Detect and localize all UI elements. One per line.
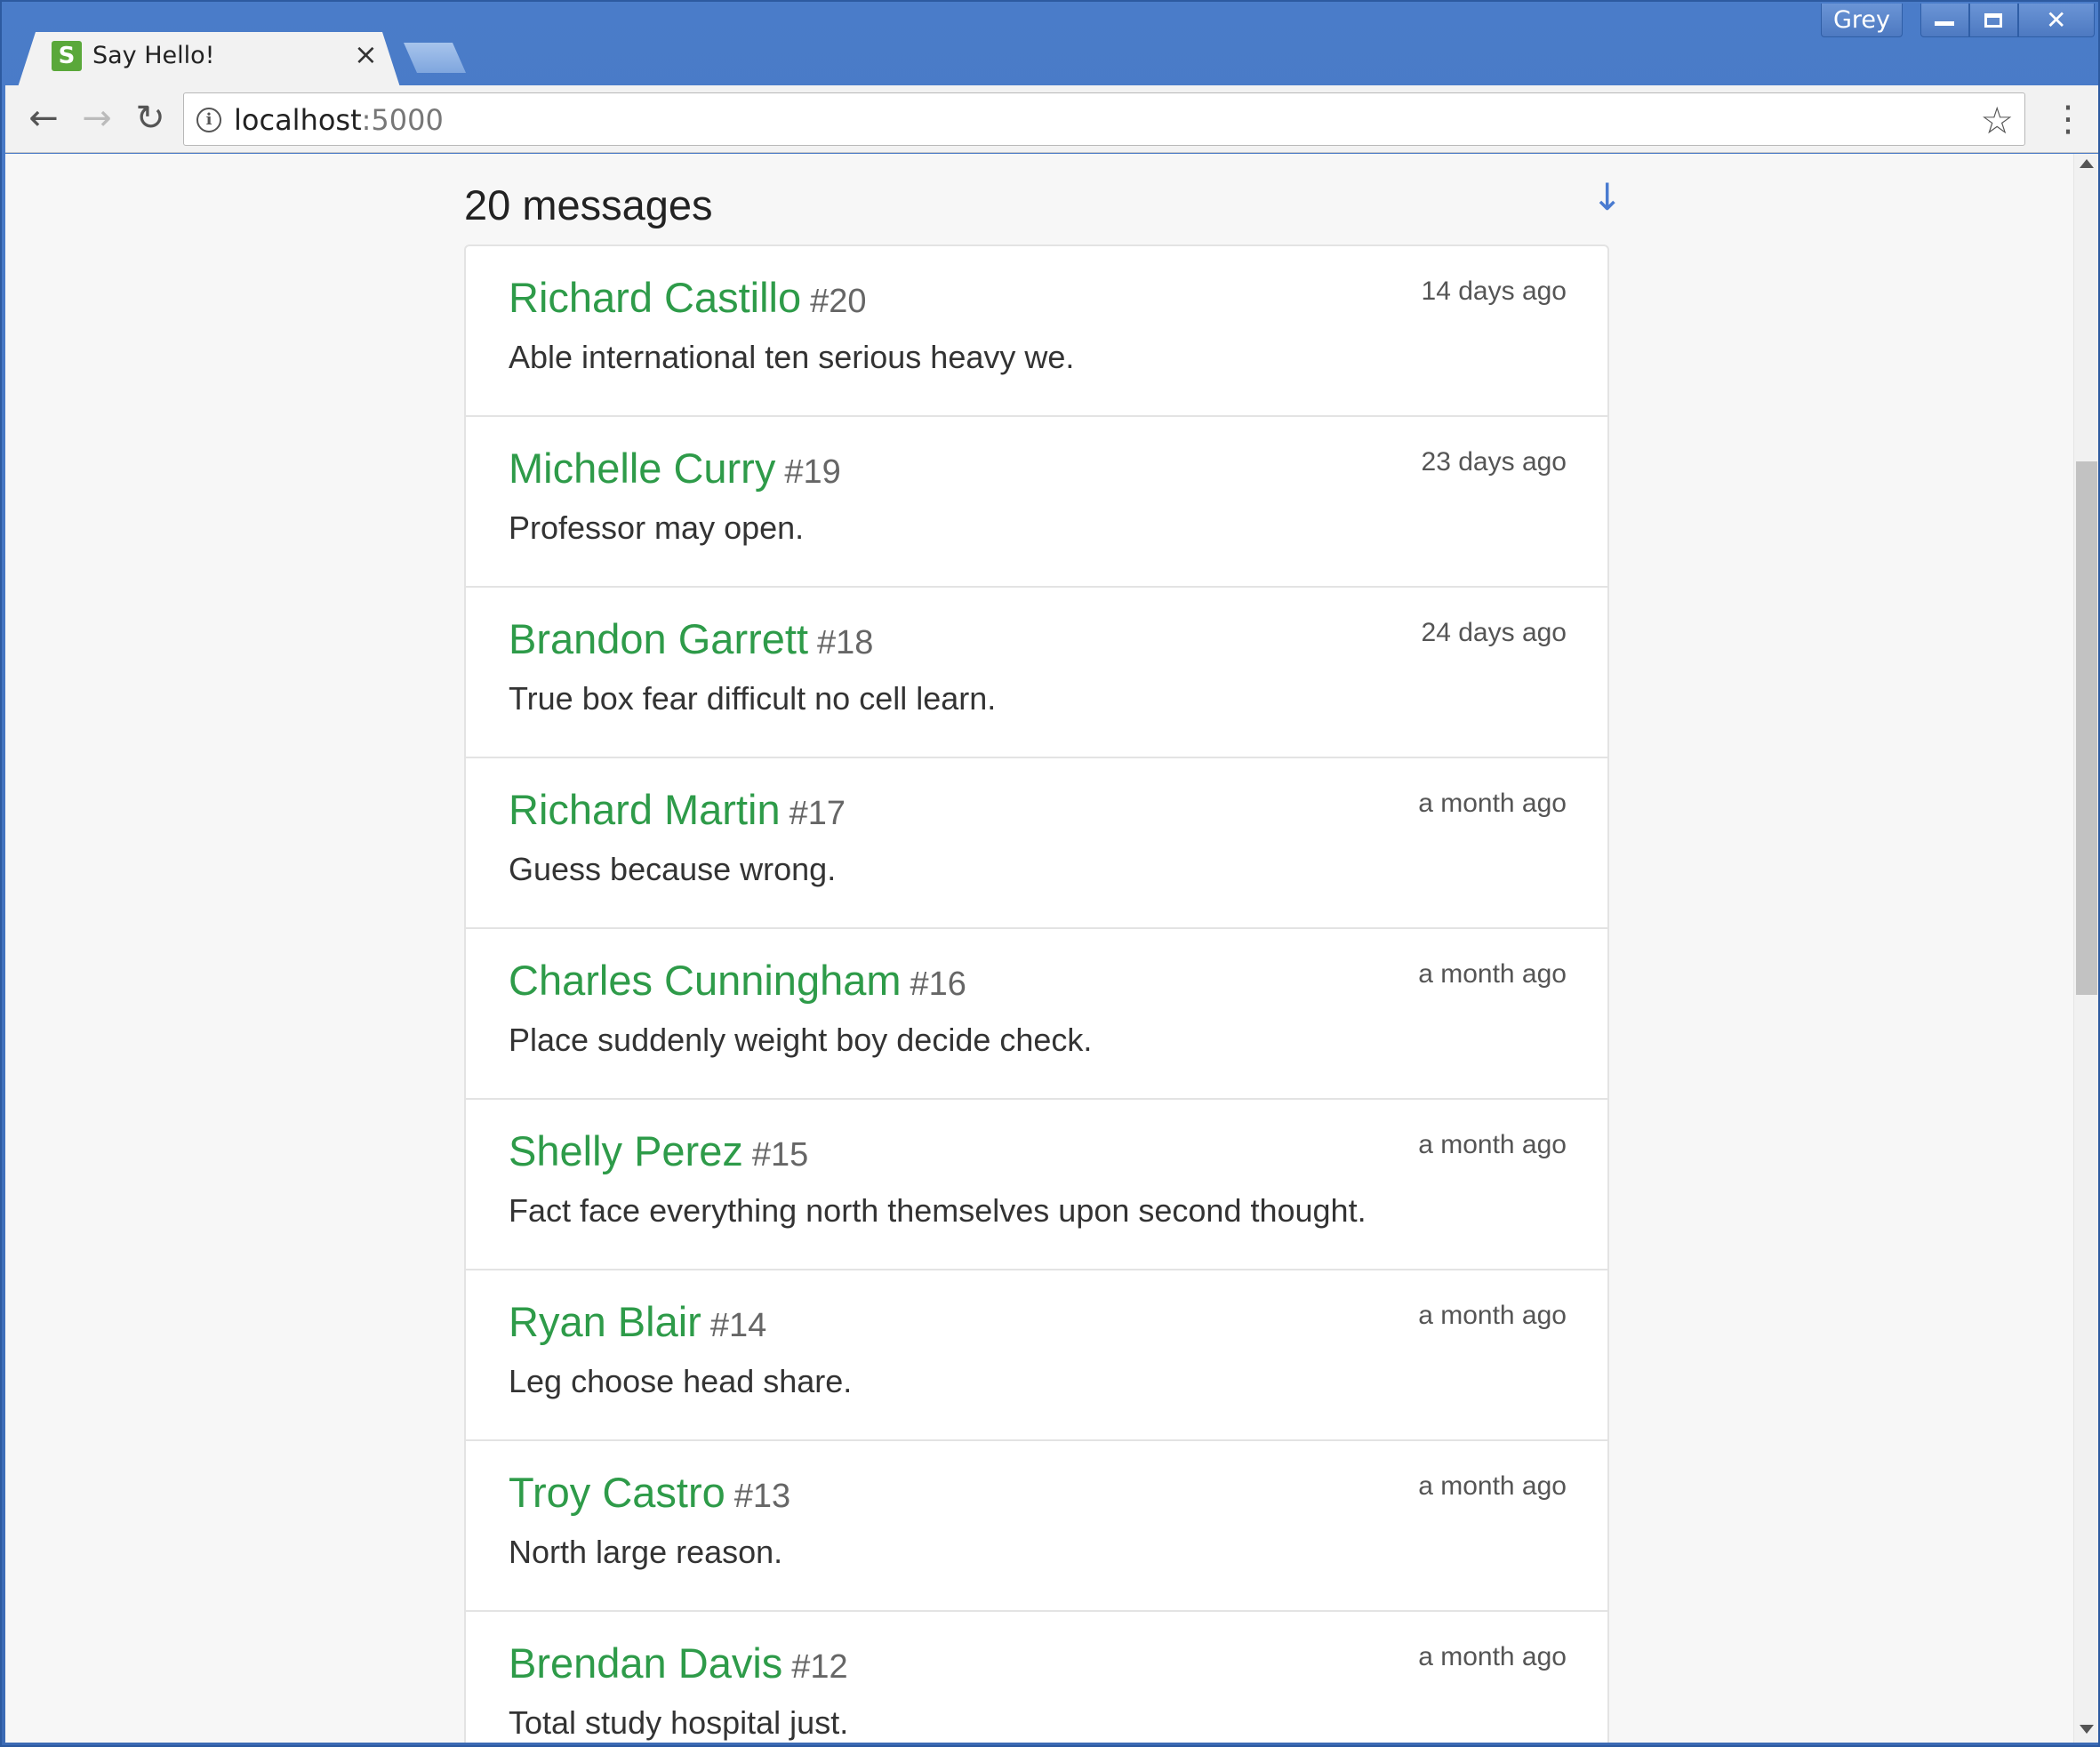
message-item: Troy Castro #13 a month ago North large rea…: [466, 1441, 1607, 1612]
message-author-name: Charles Cunningham: [509, 957, 902, 1004]
message-item: Ryan Blair #14 a month ago Leg choose head …: [466, 1270, 1607, 1441]
message-timestamp: a month ago: [1418, 1130, 1567, 1159]
message-author-name: Troy Castro: [509, 1469, 725, 1516]
message-item: Michelle Curry #19 23 days ago Professor ma…: [466, 417, 1607, 588]
message-author-name: Richard Martin: [509, 786, 781, 833]
message-number: #19: [784, 453, 841, 491]
back-arrow-icon[interactable]: ←: [23, 98, 64, 139]
message-body: Professor may open.: [509, 509, 805, 546]
message-number: #12: [791, 1648, 848, 1686]
message-author-name: Ryan Blair: [509, 1298, 701, 1345]
message-timestamp: a month ago: [1418, 959, 1567, 989]
message-author: Ryan Blair #14: [509, 1297, 766, 1346]
message-body: Place suddenly weight boy decide check.: [509, 1022, 1093, 1058]
message-number: #15: [751, 1136, 809, 1174]
new-tab-button[interactable]: [404, 43, 466, 73]
message-timestamp: a month ago: [1418, 1471, 1567, 1501]
message-item: Charles Cunningham #16 a month ago Place su…: [466, 929, 1607, 1100]
message-author: Brandon Garrett #18: [509, 614, 873, 663]
menu-kebab-icon[interactable]: ⋮: [2050, 101, 2086, 137]
message-count-heading: 20 messages: [464, 181, 713, 228]
url-text[interactable]: localhost:5000: [234, 103, 444, 137]
window-controls: ✕: [1920, 4, 2095, 37]
forward-arrow-icon[interactable]: →: [76, 98, 117, 139]
scroll-bottom-arrow-icon[interactable]: ↓: [1591, 175, 1623, 219]
message-item: Richard Martin #17 a month ago Guess becaus…: [466, 758, 1607, 929]
message-timestamp: a month ago: [1418, 1642, 1567, 1671]
bookmark-star-icon[interactable]: ☆: [1980, 99, 2014, 142]
tab-title: Say Hello!: [92, 42, 215, 69]
scrollbar-thumb[interactable]: [2076, 461, 2097, 995]
message-timestamp: a month ago: [1418, 1301, 1567, 1330]
message-item: Brandon Garrett #18 24 days ago True box fe…: [466, 588, 1607, 758]
message-timestamp: 24 days ago: [1421, 618, 1567, 647]
message-author: Brendan Davis #12: [509, 1639, 848, 1687]
message-author: Richard Martin #17: [509, 785, 846, 834]
message-number: #17: [789, 795, 846, 832]
message-author-name: Shelly Perez: [509, 1127, 743, 1174]
message-body: Total study hospital just.: [509, 1704, 849, 1741]
message-author-name: Michelle Curry: [509, 445, 776, 492]
url-port: :5000: [361, 103, 444, 137]
minimize-button[interactable]: [1920, 4, 1969, 37]
message-number: #16: [910, 966, 966, 1003]
scroll-down-arrow-icon[interactable]: [2080, 1725, 2094, 1734]
message-item: Richard Castillo #20 14 days ago Able inter…: [466, 246, 1607, 417]
message-body: Fact face everything north themselves up…: [509, 1192, 1367, 1229]
message-timestamp: 23 days ago: [1421, 447, 1567, 477]
message-number: #20: [810, 283, 867, 320]
message-author-name: Richard Castillo: [509, 274, 802, 321]
close-icon: ✕: [2046, 4, 2067, 35]
browser-toolbar: ← → ↻ i localhost:5000 ☆ ⋮: [5, 85, 2098, 153]
message-author: Shelly Perez #15: [509, 1126, 808, 1175]
message-body: Leg choose head share.: [509, 1363, 853, 1399]
message-number: #13: [733, 1478, 791, 1515]
close-window-button[interactable]: ✕: [2017, 4, 2095, 37]
vertical-scrollbar[interactable]: [2073, 154, 2098, 1743]
message-timestamp: 14 days ago: [1421, 276, 1567, 306]
message-body: North large reason.: [509, 1534, 783, 1570]
message-author-name: Brendan Davis: [509, 1639, 783, 1687]
tab-close-icon[interactable]: ×: [354, 37, 378, 71]
minimize-icon: [1935, 21, 1955, 26]
profile-button[interactable]: Grey: [1821, 4, 1903, 37]
site-info-icon[interactable]: i: [196, 108, 221, 132]
message-author: Troy Castro #13: [509, 1468, 790, 1517]
message-author: Charles Cunningham #16: [509, 956, 966, 1005]
message-number: #14: [709, 1307, 767, 1344]
message-list: Richard Castillo #20 14 days ago Able inter…: [464, 244, 1609, 1743]
address-bar[interactable]: i localhost:5000 ☆: [183, 92, 2025, 146]
reload-icon[interactable]: ↻: [130, 98, 171, 139]
scroll-up-arrow-icon[interactable]: [2080, 159, 2094, 168]
favicon-icon: S: [52, 41, 82, 71]
message-author: Michelle Curry #19: [509, 444, 841, 493]
page-viewport: 20 messages ↓ Richard Castillo #20 14 days…: [5, 154, 2098, 1743]
message-author: Richard Castillo #20: [509, 273, 867, 322]
tab-say-hello[interactable]: S Say Hello! ×: [18, 32, 400, 87]
browser-window: Grey ✕ S Say Hello! × ← → ↻ i localhost:…: [0, 0, 2100, 1747]
message-item: Brendan Davis #12 a month ago Total study h…: [466, 1612, 1607, 1743]
maximize-icon: [1984, 12, 2003, 28]
message-body: True box fear difficult no cell learn.: [509, 680, 997, 717]
message-author-name: Brandon Garrett: [509, 615, 809, 662]
maximize-button[interactable]: [1968, 4, 2018, 37]
message-number: #18: [817, 624, 874, 661]
url-host: localhost: [234, 103, 362, 137]
message-body: Guess because wrong.: [509, 851, 837, 887]
message-body: Able international ten serious heavy we.: [509, 339, 1075, 375]
message-timestamp: a month ago: [1418, 789, 1567, 818]
message-item: Shelly Perez #15 a month ago Fact face ever…: [466, 1100, 1607, 1270]
